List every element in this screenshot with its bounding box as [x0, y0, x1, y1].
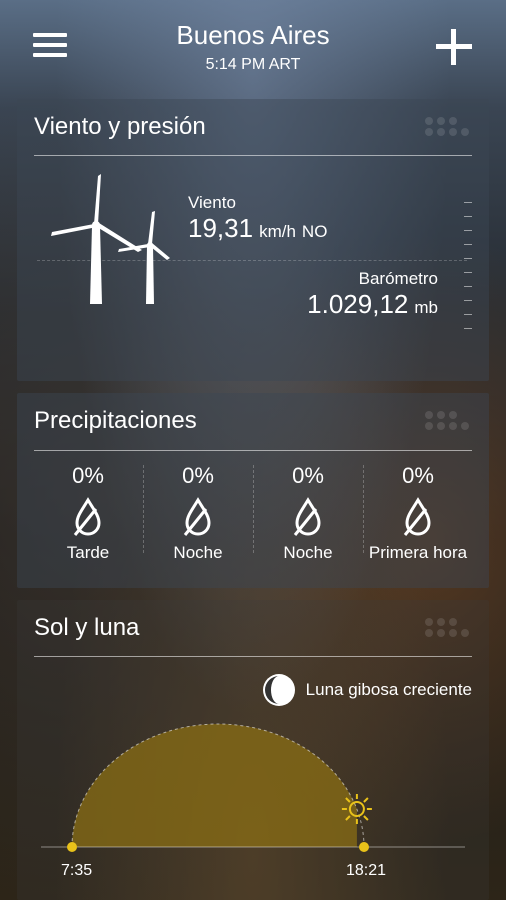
precip-percent: 0%	[402, 463, 434, 488]
header: Buenos Aires 5:14 PM ART	[0, 0, 506, 90]
wind-turbine-icon	[51, 174, 170, 304]
precip-period: 0% Noche	[253, 451, 363, 581]
barometer-unit: mb	[414, 298, 438, 317]
sunset-marker	[359, 842, 369, 852]
city-title[interactable]: Buenos Aires	[0, 20, 506, 51]
divider	[34, 155, 472, 156]
sunset-time: 18:21	[346, 862, 387, 879]
add-location-icon[interactable]	[436, 29, 472, 65]
sunrise-time: 7:35	[61, 862, 93, 879]
precip-label: Primera hora	[368, 543, 468, 562]
sun-moon-card: Sol y luna Luna gibosa creciente 7:35 18…	[17, 600, 489, 900]
precip-percent: 0%	[292, 463, 324, 488]
rain-drop-icon	[403, 497, 431, 536]
wind-unit: km/h	[259, 222, 296, 241]
rain-drop-icon	[73, 497, 101, 536]
precip-label: Noche	[173, 543, 223, 562]
wind-pressure-card: Viento y presión Viento 19,31 km/h NO Baró…	[17, 99, 489, 381]
barometer-reading: 1.029,12	[307, 289, 409, 319]
barometer-value: 1.029,12 mb	[307, 289, 438, 320]
precip-label: Noche	[283, 543, 333, 562]
wind-speed: 19,31	[188, 213, 254, 243]
precip-percent: 0%	[182, 463, 214, 488]
daylight-area	[72, 724, 357, 847]
barometer-label: Barómetro	[358, 269, 438, 288]
drag-handle-icon[interactable]	[425, 411, 471, 431]
drag-handle-icon[interactable]	[425, 117, 471, 137]
precip-label: Tarde	[66, 543, 110, 562]
precip-period: 0% Tarde	[33, 451, 143, 581]
precip-percent: 0%	[72, 463, 104, 488]
wind-value: 19,31 km/h NO	[188, 213, 327, 244]
sun-path-chart	[41, 723, 465, 852]
precipitation-card: Precipitaciones 0% Tarde 0% Noche 0% Noc…	[17, 393, 489, 588]
rain-drop-icon	[183, 497, 211, 536]
wind-label: Viento	[188, 193, 236, 212]
precip-period: 0% Primera hora	[363, 451, 473, 581]
divider	[37, 260, 467, 261]
rain-drop-icon	[293, 497, 321, 536]
precip-period: 0% Noche	[143, 451, 253, 581]
wind-direction: NO	[301, 222, 328, 241]
precipitation-title: Precipitaciones	[34, 407, 197, 434]
sunrise-marker	[67, 842, 77, 852]
wind-pressure-title: Viento y presión	[34, 113, 206, 140]
pressure-scale	[464, 202, 474, 332]
local-time: 5:14 PM ART	[205, 56, 301, 73]
